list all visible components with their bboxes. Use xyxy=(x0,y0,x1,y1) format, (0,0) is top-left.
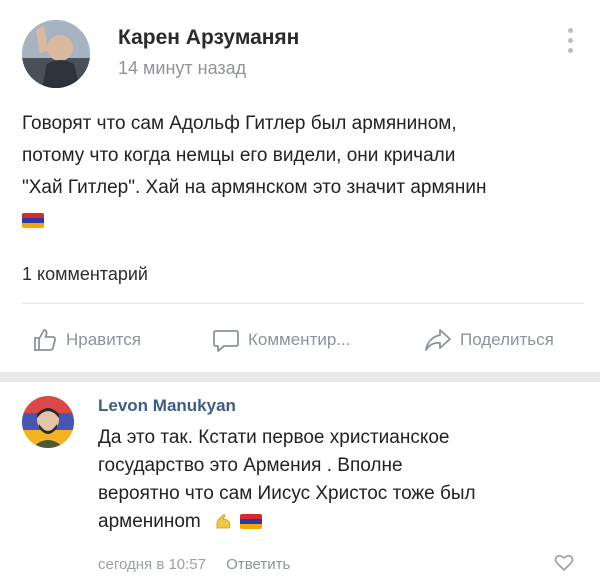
comment-item: Levon Manukyan Да это так. Кстати первое… xyxy=(0,382,600,582)
post-text-line: потому что когда немцы его видели, они к… xyxy=(22,145,456,166)
flexed-biceps-icon xyxy=(216,514,231,529)
author-name[interactable]: Карен Арзуманян xyxy=(118,26,299,50)
commenter-name[interactable]: Levon Manukyan xyxy=(98,396,236,416)
more-options-icon[interactable] xyxy=(566,28,574,58)
comment-emojis xyxy=(214,512,263,532)
comment-text: Да это так. Кстати первое христианское г… xyxy=(98,424,568,536)
armenian-flag-icon xyxy=(240,514,263,530)
comment-button[interactable]: Комментир... xyxy=(212,320,350,360)
post-text-line: Говорят что сам Адольф Гитлер был армяни… xyxy=(22,113,457,134)
author-avatar[interactable] xyxy=(22,20,90,88)
comment-count[interactable]: 1 комментарий xyxy=(22,264,148,285)
commenter-avatar[interactable] xyxy=(22,396,74,448)
divider xyxy=(22,303,584,304)
armenian-flag-icon xyxy=(22,213,44,228)
thumbs-up-icon xyxy=(34,329,56,351)
post-text: Говорят что сам Адольф Гитлер был армяни… xyxy=(22,108,562,204)
reply-button[interactable]: Ответить xyxy=(226,556,290,573)
post-actions: Нравится Комментир... Поделиться xyxy=(0,320,600,364)
post-header: Карен Арзуманян 14 минут назад xyxy=(22,18,582,88)
comment-text-line: государство это Армения . Вполне xyxy=(98,455,403,476)
comment-text-line: вероятно что сам Иисус Христос тоже был xyxy=(98,483,476,504)
comment-meta: сегодня в 10:57 Ответить xyxy=(98,556,290,573)
share-label: Поделиться xyxy=(460,330,554,349)
comment-label: Комментир... xyxy=(248,330,351,349)
share-arrow-icon xyxy=(425,329,451,351)
comment-text-line-last: армениноm xyxy=(98,508,568,536)
post-text-line: "Хай Гитлер". Хай на армянском это значи… xyxy=(22,177,487,198)
heart-icon[interactable] xyxy=(554,554,574,572)
comment-text-line: Да это так. Кстати первое христианское xyxy=(98,427,450,448)
section-separator xyxy=(0,372,600,382)
comment-bubble-icon xyxy=(213,330,239,352)
comment-text-line: армениноm xyxy=(98,511,201,532)
comment-timestamp: сегодня в 10:57 xyxy=(98,556,206,573)
like-button[interactable]: Нравится xyxy=(32,320,141,360)
like-label: Нравится xyxy=(66,330,142,349)
post-timestamp: 14 минут назад xyxy=(118,58,247,78)
share-button[interactable]: Поделиться xyxy=(424,320,554,360)
